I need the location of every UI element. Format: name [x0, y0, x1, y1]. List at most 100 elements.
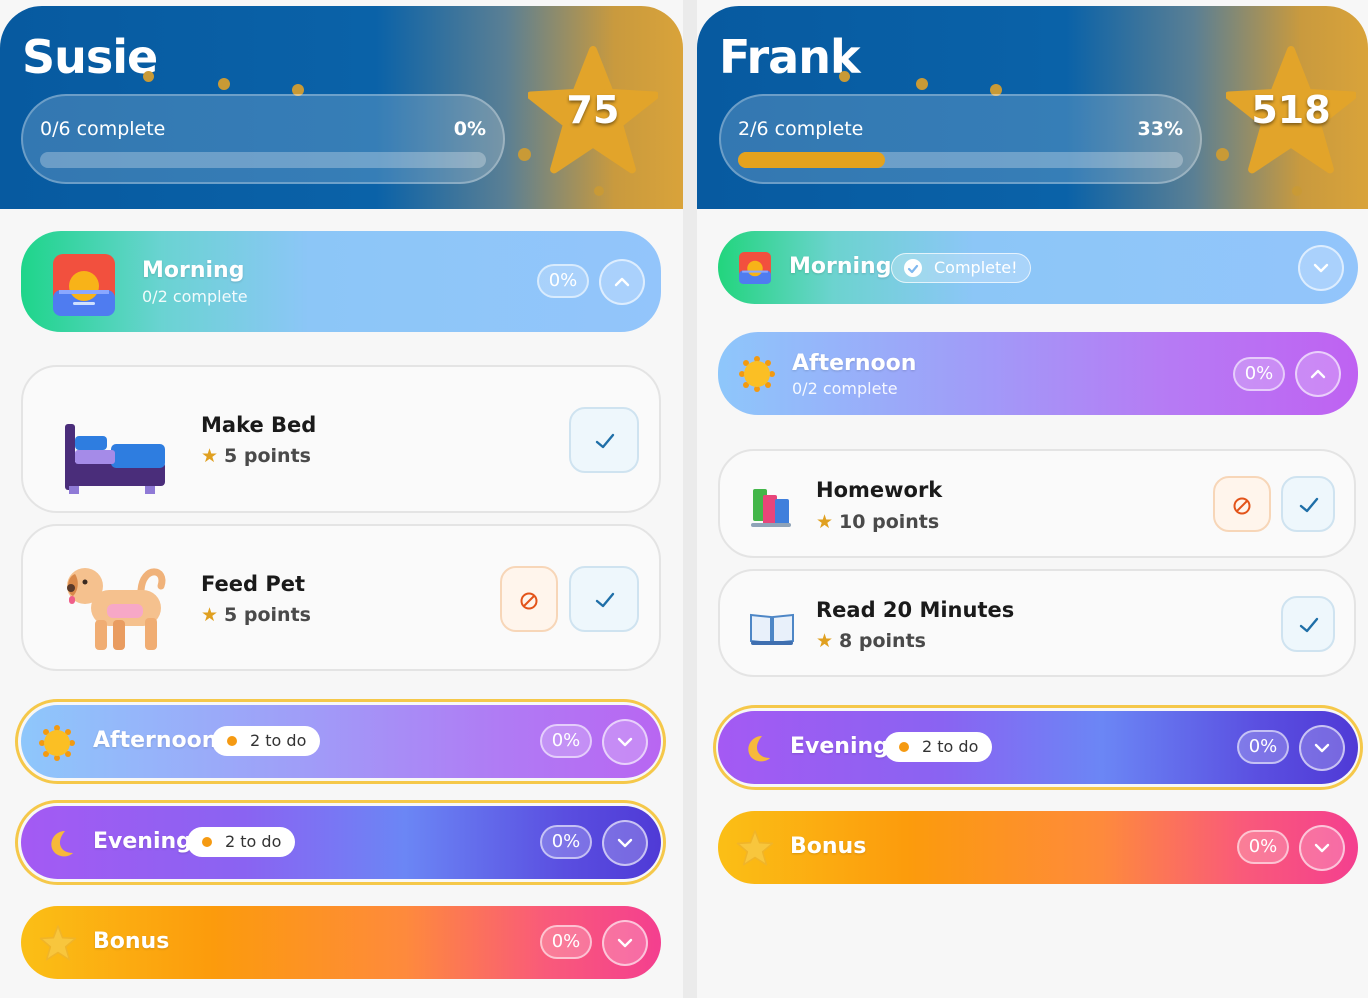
progress-label: 0/6 complete — [40, 118, 166, 140]
progress-percent: 0% — [453, 118, 486, 140]
complete-task-button[interactable] — [1281, 476, 1335, 532]
section-percent: 0% — [1237, 730, 1289, 764]
expand-button[interactable] — [602, 820, 648, 866]
decor-dot — [916, 78, 928, 90]
progress-track — [40, 152, 486, 168]
complete-task-button[interactable] — [569, 566, 639, 632]
section-afternoon[interactable]: Afternoon 2 to do 0% — [21, 705, 661, 778]
collapse-button[interactable] — [1295, 351, 1341, 397]
points-star: 518 — [1224, 46, 1358, 176]
section-title: Bonus — [93, 929, 170, 954]
task-name: Homework — [816, 478, 943, 502]
progress-label: 2/6 complete — [738, 118, 864, 140]
todo-badge: 2 to do — [884, 732, 993, 762]
star-icon: ★ — [816, 630, 834, 652]
progress-track — [738, 152, 1183, 168]
sun-icon — [739, 356, 775, 392]
section-percent: 0% — [1237, 830, 1289, 864]
chevron-down-icon — [617, 737, 633, 747]
task-name: Make Bed — [201, 413, 317, 437]
section-subtitle: 0/2 complete — [142, 287, 248, 306]
points-total: 75 — [566, 88, 620, 132]
moon-icon — [51, 831, 73, 857]
sunrise-calendar-icon — [53, 254, 115, 316]
orange-dot-icon — [899, 742, 909, 752]
chevron-up-icon — [1310, 369, 1326, 379]
block-icon — [520, 592, 538, 610]
check-circle-icon — [904, 259, 922, 277]
section-percent: 0% — [540, 825, 592, 859]
skip-task-button[interactable] — [1213, 476, 1271, 532]
task-name: Feed Pet — [201, 572, 305, 596]
child-column-susie: Susie 0/6 complete 0% 75 Morning 0/2 com… — [0, 0, 683, 998]
check-icon — [1299, 617, 1319, 633]
task-points: ★ 8 points — [816, 630, 926, 652]
section-percent: 0% — [540, 925, 592, 959]
task-card: Read 20 Minutes ★ 8 points — [718, 569, 1356, 677]
section-evening[interactable]: Evening 2 to do 0% — [21, 806, 661, 879]
expand-button[interactable] — [1299, 825, 1345, 871]
task-name: Read 20 Minutes — [816, 598, 1015, 622]
chevron-down-icon — [617, 938, 633, 948]
star-icon: ★ — [201, 445, 219, 467]
todo-badge: 2 to do — [212, 726, 321, 756]
section-title: Evening — [790, 734, 889, 759]
sunrise-calendar-icon — [739, 252, 771, 284]
expand-button[interactable] — [1298, 245, 1344, 291]
child-header: Frank 2/6 complete 33% 518 — [697, 6, 1368, 209]
task-card: Homework ★ 10 points — [718, 449, 1356, 558]
points-star: 75 — [526, 46, 660, 176]
complete-task-button[interactable] — [569, 407, 639, 473]
check-icon — [595, 592, 615, 608]
check-icon — [595, 433, 615, 449]
expand-button[interactable] — [602, 920, 648, 966]
expand-button[interactable] — [602, 719, 648, 765]
check-icon — [1299, 497, 1319, 513]
child-column-frank: Frank 2/6 complete 33% 518 Morning Compl… — [697, 0, 1368, 998]
skip-task-button[interactable] — [500, 566, 558, 632]
section-percent: 0% — [1233, 357, 1285, 391]
star-icon: ★ — [816, 511, 834, 533]
collapse-button[interactable] — [599, 259, 645, 305]
task-card: Make Bed ★ 5 points — [21, 365, 661, 513]
sun-icon — [39, 725, 75, 761]
child-header: Susie 0/6 complete 0% 75 — [0, 6, 683, 209]
decor-dot — [218, 78, 230, 90]
chevron-down-icon — [1313, 263, 1329, 273]
complete-badge: Complete! — [891, 253, 1031, 283]
section-evening[interactable]: Evening 2 to do 0% — [718, 711, 1358, 784]
section-morning[interactable]: Morning Complete! — [718, 231, 1358, 304]
open-book-icon — [750, 613, 794, 645]
section-title: Afternoon — [93, 728, 218, 753]
bed-icon — [65, 424, 165, 494]
child-name: Susie — [22, 30, 158, 84]
progress-fill — [738, 152, 885, 168]
chevron-up-icon — [614, 277, 630, 287]
section-subtitle: 0/2 complete — [792, 379, 898, 398]
section-title: Evening — [93, 829, 192, 854]
orange-dot-icon — [227, 736, 237, 746]
section-bonus[interactable]: Bonus 0% — [21, 906, 661, 979]
section-morning[interactable]: Morning 0/2 complete 0% — [21, 231, 661, 332]
decor-dot — [143, 71, 154, 82]
expand-button[interactable] — [1299, 725, 1345, 771]
task-card: Feed Pet ★ 5 points — [21, 524, 661, 671]
star-icon — [736, 830, 774, 866]
section-title: Bonus — [790, 834, 867, 859]
section-percent: 0% — [537, 264, 589, 298]
block-icon — [1233, 497, 1251, 515]
section-title: Morning — [142, 258, 245, 283]
chevron-down-icon — [617, 838, 633, 848]
task-points: ★ 5 points — [201, 445, 311, 467]
section-afternoon[interactable]: Afternoon 0/2 complete 0% — [718, 332, 1358, 415]
star-icon: ★ — [201, 604, 219, 626]
complete-task-button[interactable] — [1281, 596, 1335, 652]
progress-panel: 2/6 complete 33% — [719, 94, 1202, 184]
orange-dot-icon — [202, 837, 212, 847]
progress-percent: 33% — [1137, 118, 1183, 140]
chevron-down-icon — [1314, 743, 1330, 753]
moon-icon — [748, 736, 770, 762]
section-title: Morning — [789, 254, 892, 279]
todo-badge: 2 to do — [187, 827, 296, 857]
section-bonus[interactable]: Bonus 0% — [718, 811, 1358, 884]
